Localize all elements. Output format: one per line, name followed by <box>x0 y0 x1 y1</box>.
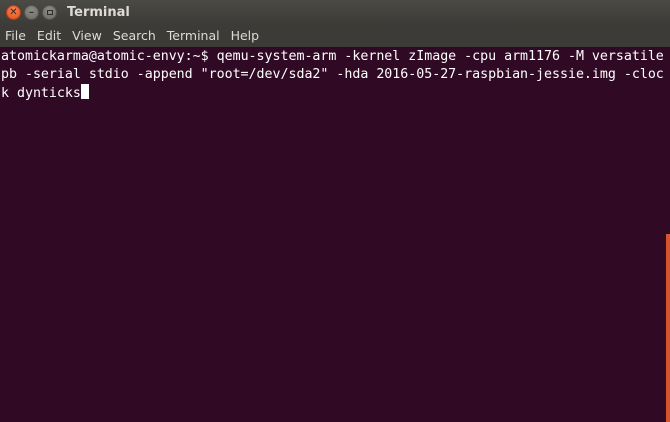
terminal-window: ✕ – Terminal File Edit View Search Termi… <box>0 0 670 422</box>
terminal-area[interactable]: atomickarma@atomic-envy:~$ qemu-system-a… <box>0 47 670 422</box>
minimize-icon[interactable]: – <box>24 5 39 20</box>
shell-prompt: atomickarma@atomic-envy:~$ <box>1 49 217 64</box>
menu-help[interactable]: Help <box>225 25 265 47</box>
close-icon[interactable]: ✕ <box>6 5 21 20</box>
scrollbar[interactable] <box>666 234 670 422</box>
text-cursor <box>80 84 89 99</box>
menu-file[interactable]: File <box>0 25 31 47</box>
menu-edit[interactable]: Edit <box>31 25 66 47</box>
menu-view[interactable]: View <box>66 25 107 47</box>
menu-terminal[interactable]: Terminal <box>161 25 225 47</box>
menu-search[interactable]: Search <box>107 25 161 47</box>
title-bar[interactable]: ✕ – Terminal <box>0 0 670 25</box>
maximize-icon[interactable] <box>42 5 57 20</box>
menu-bar: File Edit View Search Terminal Help <box>0 25 670 47</box>
window-title: Terminal <box>67 5 130 20</box>
terminal-output[interactable]: atomickarma@atomic-envy:~$ qemu-system-a… <box>1 48 665 103</box>
